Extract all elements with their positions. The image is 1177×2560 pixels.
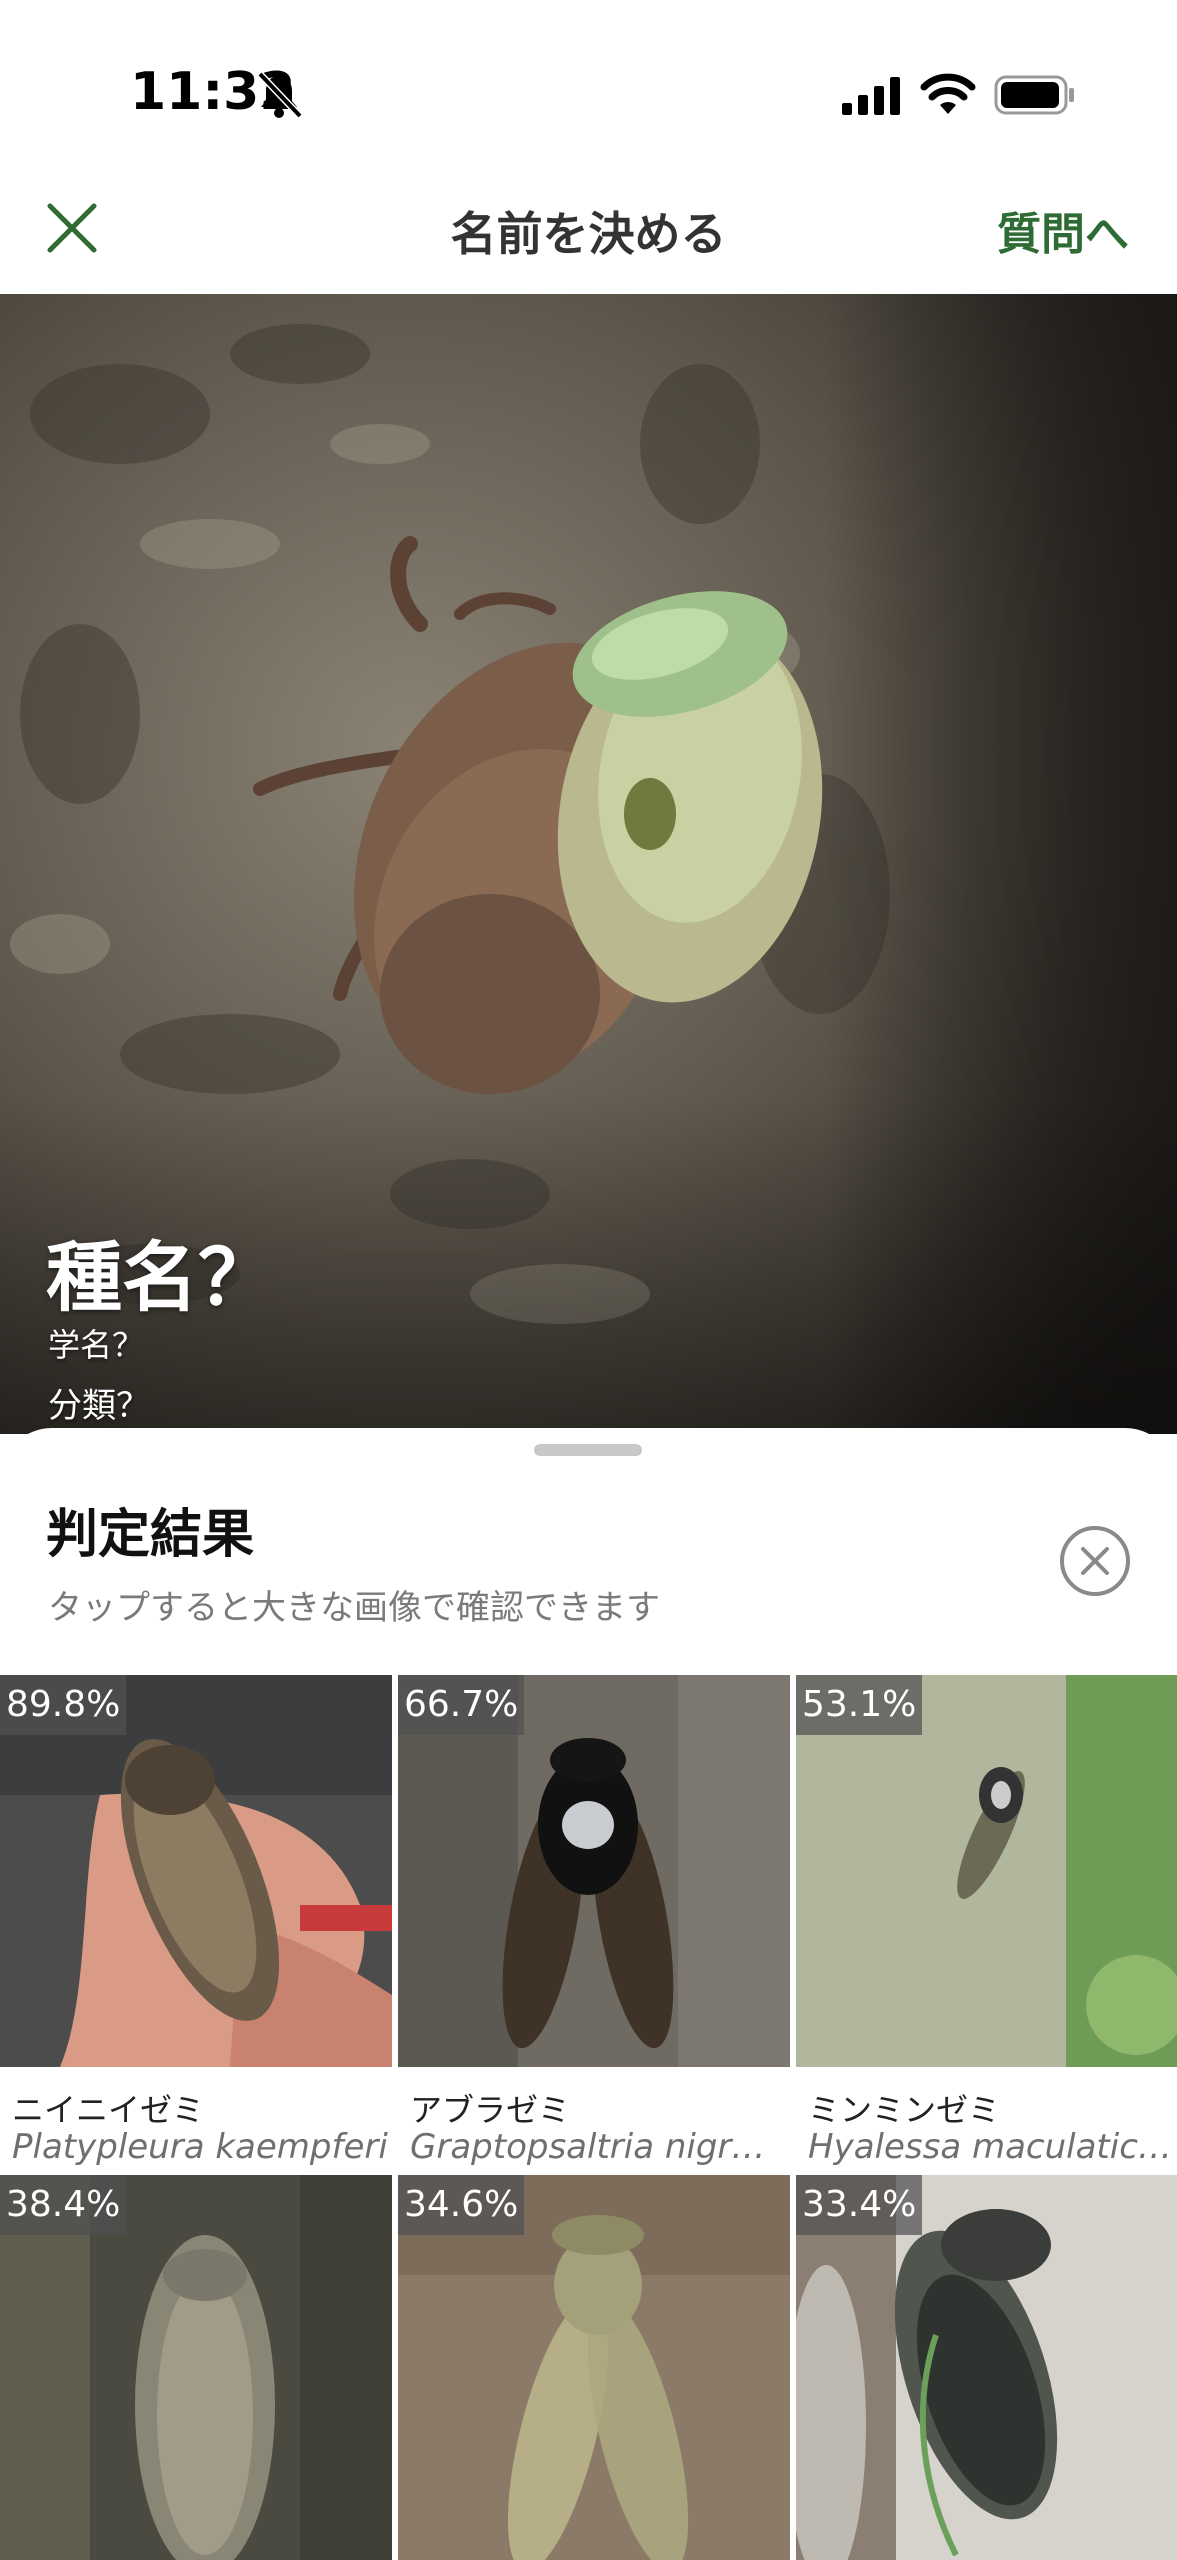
confidence-badge: 38.4% — [0, 2175, 127, 2235]
wifi-icon — [920, 73, 976, 114]
confidence-badge: 34.6% — [398, 2175, 525, 2235]
result-photo: 89.8% — [0, 1675, 392, 2067]
confidence-badge: 33.4% — [796, 2175, 923, 2235]
confidence-badge: 66.7% — [398, 1675, 525, 1735]
result-card[interactable]: 66.7% アブラゼミ Graptopsaltria nigrofuscata — [398, 1675, 790, 2171]
result-photo: 53.1% — [796, 1675, 1177, 2067]
species-name: 種名？ — [46, 1233, 274, 1322]
confidence-badge: 53.1% — [796, 1675, 923, 1735]
battery-icon — [994, 75, 1074, 115]
results-title: 判定結果 — [46, 1505, 255, 1565]
close-circle-icon[interactable] — [1058, 1524, 1132, 1598]
result-card[interactable]: 89.8% ニイニイゼミ Platypleura kaempferi — [0, 1675, 392, 2171]
result-card[interactable]: 34.6% — [398, 2175, 790, 2560]
status-bar: 11:32 — [0, 0, 1177, 190]
scientific-name: 学名？ — [48, 1326, 145, 1364]
result-name: ミンミンゼミ — [808, 2091, 1001, 2129]
result-scientific-name: Platypleura kaempferi — [12, 2127, 388, 2167]
result-name: アブラゼミ — [410, 2091, 571, 2129]
result-photo: 33.4% — [796, 2175, 1177, 2560]
result-name: ニイニイゼミ — [12, 2091, 205, 2129]
result-card[interactable]: 33.4% — [796, 2175, 1177, 2560]
drag-handle[interactable] — [534, 1444, 642, 1456]
confidence-badge: 89.8% — [0, 1675, 127, 1735]
results-subtitle: タップすると大きな画像で確認できます — [48, 1588, 660, 1628]
result-scientific-name: Hyalessa maculaticollis — [808, 2127, 1177, 2167]
result-photo: 34.6% — [398, 2175, 790, 2560]
result-photo: 66.7% — [398, 1675, 790, 2067]
go-to-questions-button[interactable]: 質問へ — [997, 198, 1129, 262]
result-scientific-name: Graptopsaltria nigrofuscata — [410, 2127, 786, 2167]
signal-icon — [842, 77, 900, 115]
bell-slash-icon — [257, 71, 302, 119]
result-card[interactable]: 38.4% — [0, 2175, 392, 2560]
result-photo: 38.4% — [0, 2175, 392, 2560]
results-sheet: 判定結果 タップすると大きな画像で確認できます 89.8% ニイニイゼミ Pla… — [0, 1428, 1177, 2560]
classification: 分類？ — [48, 1386, 150, 1426]
result-card[interactable]: 53.1% ミンミンゼミ Hyalessa maculaticollis — [796, 1675, 1177, 2171]
